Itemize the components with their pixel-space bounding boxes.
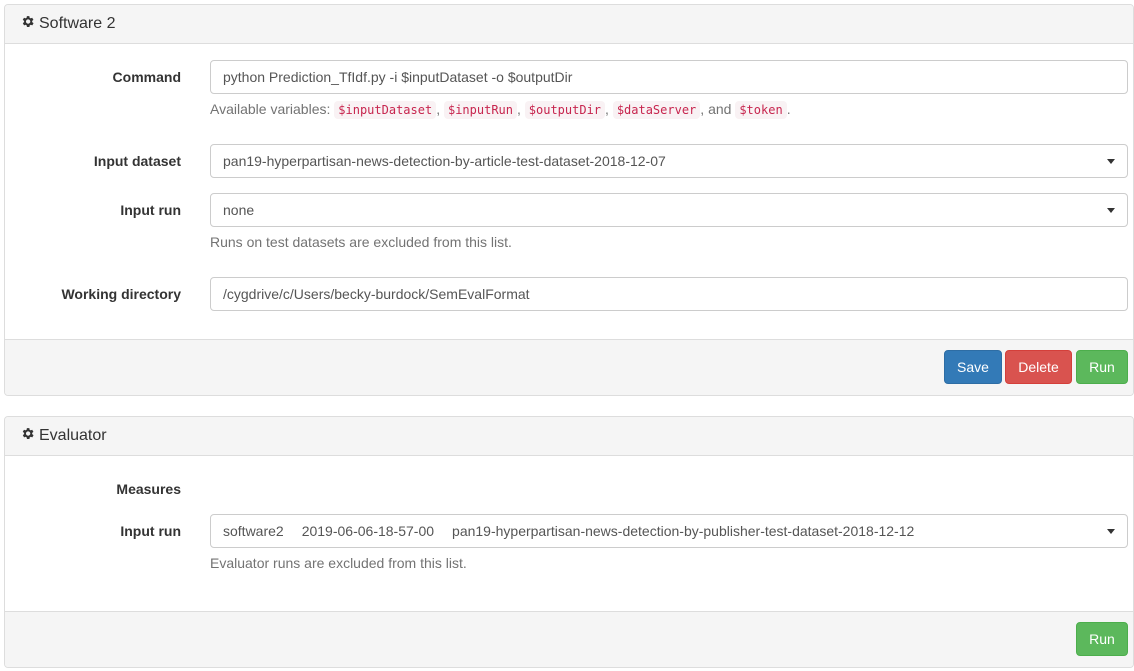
input-run-label: Input run bbox=[120, 202, 181, 218]
evaluator-title-text: Evaluator bbox=[39, 427, 107, 444]
var-output-dir: $outputDir bbox=[524, 101, 606, 119]
chevron-down-icon bbox=[1107, 159, 1115, 164]
chevron-down-icon bbox=[1107, 208, 1115, 213]
working-directory-label: Working directory bbox=[61, 286, 181, 302]
chevron-down-icon bbox=[1107, 529, 1115, 534]
software-panel: Software 2 Command python Prediction_TfI… bbox=[4, 4, 1134, 396]
working-directory-input[interactable]: /cygdrive/c/Users/becky-burdock/SemEvalF… bbox=[210, 277, 1128, 311]
command-label: Command bbox=[112, 69, 181, 85]
command-input[interactable]: python Prediction_TfIdf.py -i $inputData… bbox=[210, 60, 1128, 94]
run-software-value: software2 bbox=[223, 523, 284, 539]
run-dataset-value: pan19-hyperpartisan-news-detection-by-pu… bbox=[452, 523, 915, 539]
evaluator-input-run-help: Evaluator runs are excluded from this li… bbox=[210, 555, 467, 571]
evaluator-panel: Evaluator Measures Input run software2 20… bbox=[4, 416, 1134, 668]
var-input-run: $inputRun bbox=[443, 101, 517, 119]
software-panel-heading: Software 2 bbox=[5, 5, 1133, 44]
software-panel-title: Software 2 bbox=[20, 14, 115, 34]
software-panel-footer: Save Delete Run bbox=[5, 339, 1133, 395]
run-button[interactable]: Run bbox=[1076, 350, 1128, 384]
command-help-prefix: Available variables: bbox=[210, 101, 335, 117]
evaluator-input-run-select[interactable]: software2 2019-06-06-18-57-00 pan19-hyperp… bbox=[210, 514, 1128, 548]
help-separator: , bbox=[436, 101, 441, 117]
input-run-select[interactable]: none bbox=[210, 193, 1128, 227]
help-suffix: . bbox=[786, 101, 791, 117]
software-title-text: Software 2 bbox=[39, 15, 116, 32]
gear-icon bbox=[22, 16, 34, 27]
input-run-value: none bbox=[223, 202, 255, 218]
evaluator-run-button[interactable]: Run bbox=[1076, 622, 1128, 656]
help-separator: , bbox=[517, 101, 521, 117]
var-input-dataset: $inputDataset bbox=[334, 101, 437, 119]
help-separator: , and bbox=[700, 101, 732, 117]
evaluator-panel-footer: Run bbox=[5, 611, 1133, 667]
run-timestamp-value: 2019-06-06-18-57-00 bbox=[301, 523, 435, 539]
evaluator-panel-heading: Evaluator bbox=[5, 417, 1133, 456]
save-button[interactable]: Save bbox=[944, 350, 1002, 384]
evaluator-input-run-label: Input run bbox=[120, 523, 181, 539]
input-dataset-label: Input dataset bbox=[93, 153, 181, 169]
help-separator: , bbox=[605, 101, 609, 117]
delete-button[interactable]: Delete bbox=[1005, 350, 1072, 384]
command-help: Available variables: $inputDataset, $inp… bbox=[210, 99, 791, 120]
input-dataset-select[interactable]: pan19-hyperpartisan-news-detection-by-ar… bbox=[210, 144, 1128, 178]
input-dataset-value: pan19-hyperpartisan-news-detection-by-ar… bbox=[223, 153, 666, 169]
measures-label: Measures bbox=[116, 481, 181, 497]
input-run-help: Runs on test datasets are excluded from … bbox=[210, 234, 512, 250]
var-token: $token bbox=[735, 101, 787, 119]
gear-icon bbox=[22, 428, 34, 439]
evaluator-panel-title: Evaluator bbox=[20, 426, 107, 446]
var-data-server: $dataServer bbox=[612, 101, 701, 119]
